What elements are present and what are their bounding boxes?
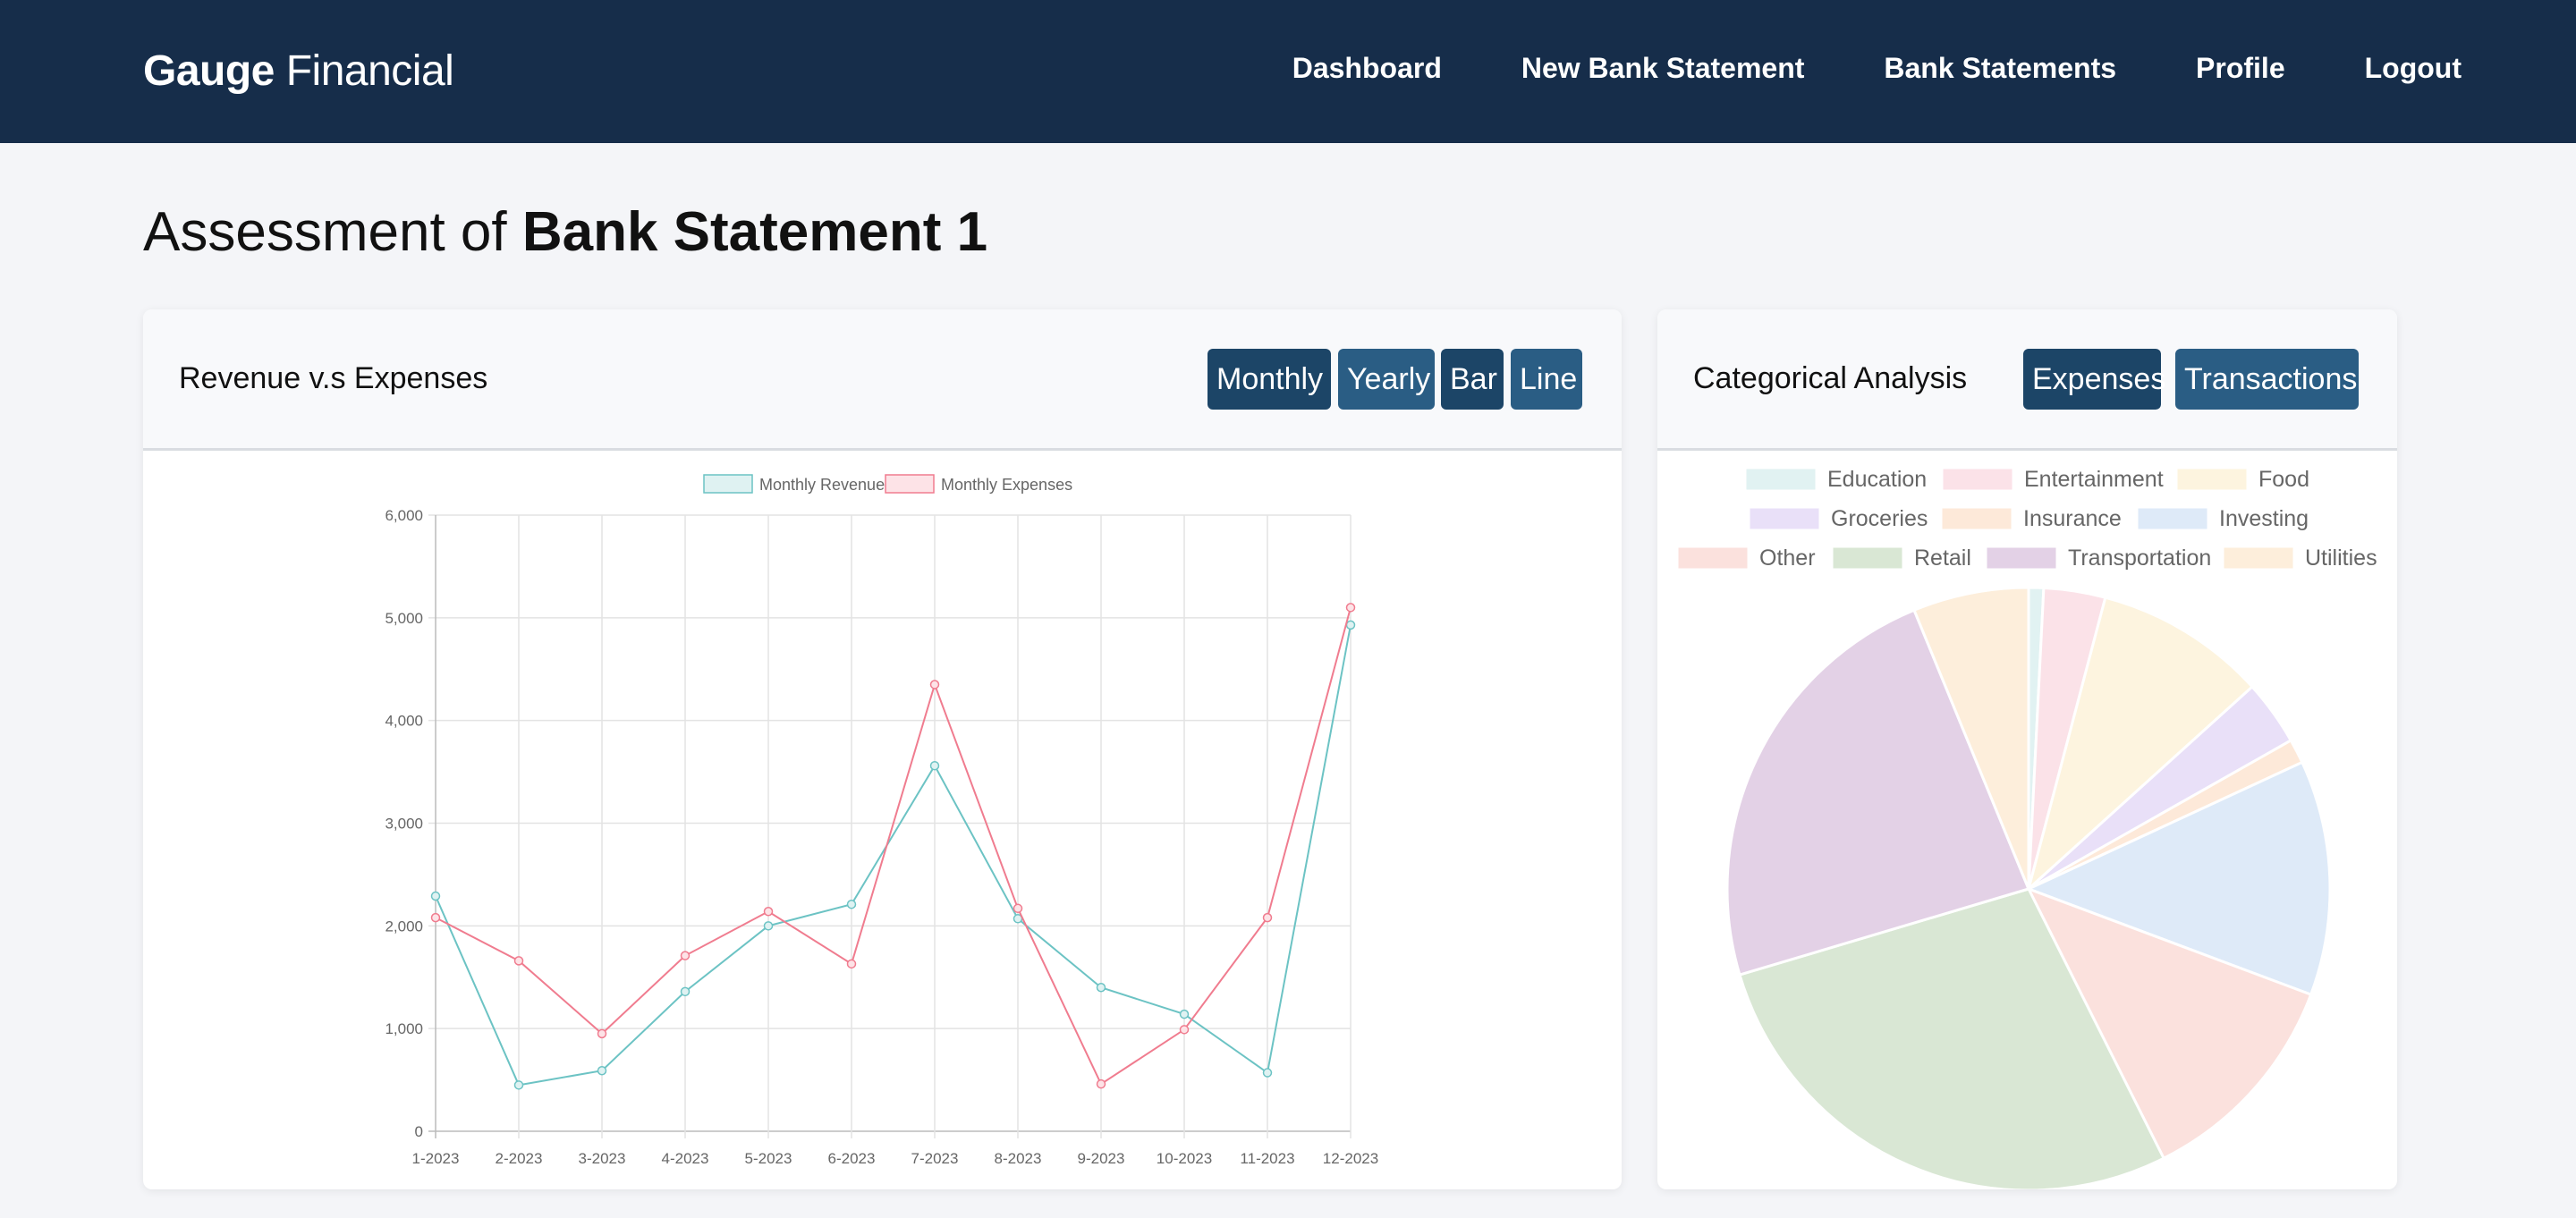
pie-legend-label: Utilities [2305,546,2377,571]
pie-legend-swatch [1678,547,1748,569]
revenue-point [1262,1068,1273,1078]
y-tick-label: 1,000 [385,1020,423,1037]
page-title-statement: Bank Statement 1 [521,201,988,263]
x-tick-label: 5-2023 [745,1150,792,1167]
nav-dashboard[interactable]: Dashboard [1292,52,1442,85]
page-title: Assessment of Bank Statement 1 [143,200,987,264]
revenue-expenses-card: Revenue v.s Expenses Monthly Yearly Bar … [143,309,1622,1189]
revenue-point [846,899,857,909]
categorical-pie-chart: Education Entertainment Food Groceries Insur… [1678,467,2377,1189]
expenses-point [763,907,774,917]
expenses-point [597,1028,607,1039]
revenue-card-header: Revenue v.s Expenses Monthly Yearly Bar … [143,309,1622,451]
legend-swatch [703,474,753,494]
x-tick-label: 11-2023 [1240,1150,1294,1167]
pie-legend-swatch [1833,547,1902,569]
expenses-point [929,680,940,689]
pie-legend-swatch [2224,547,2293,569]
pie-legend-swatch [1750,508,1819,529]
brand-logo[interactable]: Gauge Financial [143,47,454,96]
pie-legend-label: Other [1759,546,1816,571]
pie-legend-label: Transportation [2068,546,2211,571]
expenses-button[interactable]: Expenses [2023,349,2165,410]
x-tick-label: 8-2023 [995,1150,1042,1167]
pie-legend-label: Retail [1914,546,1971,571]
revenue-card-title: Revenue v.s Expenses [179,361,488,395]
expenses-point [1262,912,1273,923]
category-card-header: Categorical Analysis Expenses Transactio… [1657,309,2397,451]
pie-legend-label: Food [2258,467,2309,492]
x-tick-label: 12-2023 [1323,1150,1378,1167]
expenses-point [680,951,691,960]
x-tick-label: 9-2023 [1078,1150,1125,1167]
expenses-point [1013,903,1023,914]
expenses-point [1096,1078,1106,1089]
revenue-point [1179,1009,1190,1019]
expenses-point [430,912,441,923]
legend-swatch [885,474,935,494]
nav-new-bank-statement[interactable]: New Bank Statement [1521,52,1805,85]
y-tick-label: 0 [415,1123,423,1140]
expenses-point [1345,603,1356,613]
x-tick-label: 2-2023 [496,1150,543,1167]
monthly-button[interactable]: Monthly [1208,349,1331,410]
pie-legend-swatch [2138,508,2207,529]
pie-legend-swatch [1987,547,2056,569]
revenue-point [929,760,940,771]
x-tick-label: 10-2023 [1157,1150,1212,1167]
revenue-point [430,891,441,901]
brand-bold: Gauge [143,47,275,95]
expenses-point [1179,1025,1190,1035]
x-tick-label: 3-2023 [579,1150,626,1167]
line-button[interactable]: Line [1511,349,1582,410]
brand-rest: Financial [274,47,454,95]
pie-legend-label: Entertainment [2024,467,2164,492]
expenses-point [513,956,524,966]
legend-label: Monthly Revenue [759,476,885,494]
revenue-line [435,624,1352,1087]
categorical-analysis-card: Categorical Analysis Expenses Transactio… [1657,309,2397,1189]
pie-legend-swatch [1746,469,1816,490]
y-tick-label: 3,000 [385,816,423,833]
y-tick-label: 6,000 [385,507,423,524]
revenue-point [680,986,691,997]
expenses-line [435,607,1352,1086]
transactions-button[interactable]: Transactions [2175,349,2359,410]
revenue-point [763,921,774,931]
pie-legend-label: Investing [2219,506,2309,531]
y-tick-label: 2,000 [385,918,423,935]
pie-legend-swatch [2177,469,2247,490]
pie-legend-label: Education [1827,467,1927,492]
pie-legend-label: Insurance [2023,506,2122,531]
legend-label: Monthly Expenses [941,476,1072,494]
revenue-point [597,1065,607,1076]
revenue-point [1345,620,1356,630]
revenue-point [513,1080,524,1090]
nav-links: Dashboard New Bank Statement Bank Statem… [1292,52,2462,85]
nav-profile[interactable]: Profile [2196,52,2285,85]
page-title-prefix: Assessment of [143,201,522,263]
x-tick-label: 6-2023 [828,1150,876,1167]
top-navbar: Gauge Financial Dashboard New Bank State… [0,0,2576,143]
x-tick-label: 1-2023 [412,1150,460,1167]
nav-logout[interactable]: Logout [2365,52,2462,85]
category-card-title: Categorical Analysis [1693,361,1968,395]
pie-legend-swatch [1942,508,2012,529]
x-tick-label: 4-2023 [662,1150,709,1167]
nav-bank-statements[interactable]: Bank Statements [1884,52,2116,85]
yearly-button[interactable]: Yearly [1338,349,1435,410]
x-tick-label: 7-2023 [911,1150,959,1167]
expenses-point [846,959,857,969]
y-tick-label: 4,000 [385,713,423,730]
y-tick-label: 5,000 [385,610,423,627]
pie-legend-label: Groceries [1831,506,1928,531]
revenue-expenses-line-chart: 0 1,000 2,000 3,000 4,000 5,000 6,000 1-2023 2-2… [385,474,1378,1167]
bar-button[interactable]: Bar [1441,349,1504,410]
revenue-point [1096,982,1106,993]
pie-legend-swatch [1943,469,2012,490]
